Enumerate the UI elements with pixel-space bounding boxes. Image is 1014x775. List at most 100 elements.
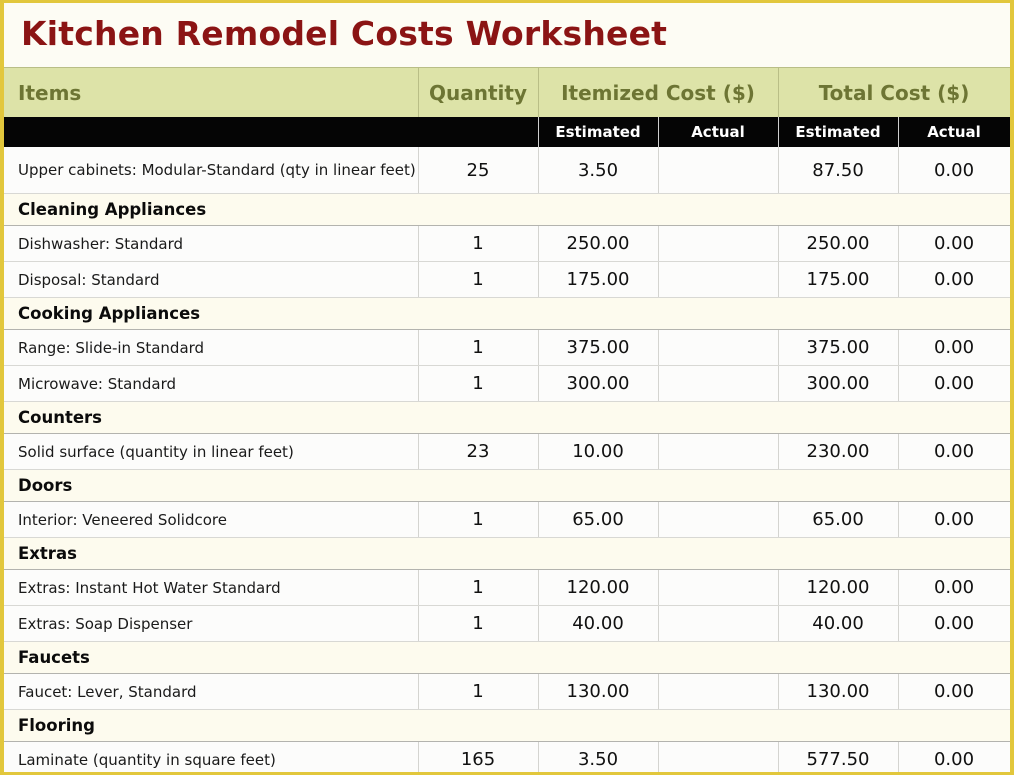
table-body: Upper cabinets: Modular-Standard (qty in… bbox=[4, 147, 1010, 772]
category-label: Cooking Appliances bbox=[4, 297, 1010, 330]
quantity-cell[interactable]: 1 bbox=[418, 225, 539, 262]
total-estimated-cell[interactable]: 65.00 bbox=[778, 501, 899, 538]
table-row: Microwave: Standard 1 300.00 300.00 0.00 bbox=[4, 365, 1010, 402]
item-name-cell[interactable]: Laminate (quantity in square feet) bbox=[4, 741, 419, 772]
itemized-estimated-cell[interactable]: 300.00 bbox=[538, 365, 659, 402]
itemized-actual-cell[interactable] bbox=[658, 329, 779, 366]
itemized-actual-cell[interactable] bbox=[658, 225, 779, 262]
total-actual-cell[interactable]: 0.00 bbox=[898, 741, 1010, 772]
itemized-actual-cell[interactable] bbox=[658, 365, 779, 402]
itemized-estimated-cell[interactable]: 175.00 bbox=[538, 261, 659, 298]
itemized-estimated-cell[interactable]: 3.50 bbox=[538, 741, 659, 772]
quantity-cell[interactable]: 165 bbox=[418, 741, 539, 772]
table-row: Range: Slide-in Standard 1 375.00 375.00 0.0… bbox=[4, 329, 1010, 366]
itemized-actual-cell[interactable] bbox=[658, 261, 779, 298]
table-row: Upper cabinets: Modular-Standard (qty in… bbox=[4, 147, 1010, 194]
table-row: Extras: Instant Hot Water Standard 1 120.0… bbox=[4, 569, 1010, 606]
item-name-cell[interactable]: Upper cabinets: Modular-Standard (qty in… bbox=[4, 147, 419, 194]
total-actual-cell[interactable]: 0.00 bbox=[898, 673, 1010, 710]
item-name-cell[interactable]: Range: Slide-in Standard bbox=[4, 329, 419, 366]
total-actual-cell[interactable]: 0.00 bbox=[898, 329, 1010, 366]
itemized-actual-cell[interactable] bbox=[658, 569, 779, 606]
total-actual-cell[interactable]: 0.00 bbox=[898, 605, 1010, 642]
quantity-cell[interactable]: 23 bbox=[418, 433, 539, 470]
quantity-cell[interactable]: 1 bbox=[418, 365, 539, 402]
category-row: Extras bbox=[4, 537, 1010, 570]
total-estimated-cell[interactable]: 375.00 bbox=[778, 329, 899, 366]
header-total-cost: Total Cost ($) bbox=[778, 67, 1010, 117]
itemized-estimated-cell[interactable]: 120.00 bbox=[538, 569, 659, 606]
total-estimated-cell[interactable]: 577.50 bbox=[778, 741, 899, 772]
itemized-estimated-cell[interactable]: 250.00 bbox=[538, 225, 659, 262]
table-row: Solid surface (quantity in linear feet) 2… bbox=[4, 433, 1010, 470]
itemized-estimated-cell[interactable]: 65.00 bbox=[538, 501, 659, 538]
total-actual-cell[interactable]: 0.00 bbox=[898, 433, 1010, 470]
total-estimated-cell[interactable]: 175.00 bbox=[778, 261, 899, 298]
total-actual-cell[interactable]: 0.00 bbox=[898, 501, 1010, 538]
worksheet: Kitchen Remodel Costs Worksheet Items Qu… bbox=[0, 0, 1014, 775]
category-label: Extras bbox=[4, 537, 1010, 570]
total-actual-cell[interactable]: 0.00 bbox=[898, 365, 1010, 402]
total-estimated-cell[interactable]: 120.00 bbox=[778, 569, 899, 606]
table-row: Dishwasher: Standard 1 250.00 250.00 0.00 bbox=[4, 225, 1010, 262]
total-estimated-cell[interactable]: 130.00 bbox=[778, 673, 899, 710]
category-label: Doors bbox=[4, 469, 1010, 502]
category-row: Cooking Appliances bbox=[4, 297, 1010, 330]
itemized-actual-cell[interactable] bbox=[658, 741, 779, 772]
item-name-cell[interactable]: Disposal: Standard bbox=[4, 261, 419, 298]
header-items: Items bbox=[4, 67, 419, 117]
quantity-cell[interactable]: 1 bbox=[418, 673, 539, 710]
quantity-cell[interactable]: 1 bbox=[418, 605, 539, 642]
itemized-estimated-cell[interactable]: 10.00 bbox=[538, 433, 659, 470]
item-name-cell[interactable]: Microwave: Standard bbox=[4, 365, 419, 402]
table-row: Disposal: Standard 1 175.00 175.00 0.00 bbox=[4, 261, 1010, 298]
total-estimated-cell[interactable]: 250.00 bbox=[778, 225, 899, 262]
itemized-estimated-cell[interactable]: 130.00 bbox=[538, 673, 659, 710]
quantity-cell[interactable]: 1 bbox=[418, 569, 539, 606]
total-actual-cell[interactable]: 0.00 bbox=[898, 225, 1010, 262]
total-estimated-cell[interactable]: 300.00 bbox=[778, 365, 899, 402]
itemized-estimated-cell[interactable]: 375.00 bbox=[538, 329, 659, 366]
itemized-actual-cell[interactable] bbox=[658, 433, 779, 470]
subheader-itemized-estimated: Estimated bbox=[538, 117, 659, 147]
itemized-actual-cell[interactable] bbox=[658, 501, 779, 538]
category-label: Cleaning Appliances bbox=[4, 193, 1010, 226]
total-estimated-cell[interactable]: 87.50 bbox=[778, 147, 899, 194]
total-estimated-cell[interactable]: 230.00 bbox=[778, 433, 899, 470]
total-actual-cell[interactable]: 0.00 bbox=[898, 261, 1010, 298]
item-name-cell[interactable]: Interior: Veneered Solidcore bbox=[4, 501, 419, 538]
category-label: Faucets bbox=[4, 641, 1010, 674]
table-row: Extras: Soap Dispenser 1 40.00 40.00 0.00 bbox=[4, 605, 1010, 642]
itemized-estimated-cell[interactable]: 3.50 bbox=[538, 147, 659, 194]
item-name-cell[interactable]: Extras: Instant Hot Water Standard bbox=[4, 569, 419, 606]
itemized-actual-cell[interactable] bbox=[658, 673, 779, 710]
itemized-actual-cell[interactable] bbox=[658, 147, 779, 194]
item-name-cell[interactable]: Faucet: Lever, Standard bbox=[4, 673, 419, 710]
category-label: Counters bbox=[4, 401, 1010, 434]
page-title: Kitchen Remodel Costs Worksheet bbox=[21, 14, 668, 53]
table-row: Laminate (quantity in square feet) 165 3.5… bbox=[4, 741, 1010, 772]
quantity-cell[interactable]: 1 bbox=[418, 329, 539, 366]
subheader-total-estimated: Estimated bbox=[778, 117, 899, 147]
table-row: Faucet: Lever, Standard 1 130.00 130.00 0.00 bbox=[4, 673, 1010, 710]
header-row: Items Quantity Itemized Cost ($) Total C… bbox=[4, 67, 1010, 117]
header-itemized-cost: Itemized Cost ($) bbox=[538, 67, 779, 117]
itemized-actual-cell[interactable] bbox=[658, 605, 779, 642]
total-estimated-cell[interactable]: 40.00 bbox=[778, 605, 899, 642]
quantity-cell[interactable]: 25 bbox=[418, 147, 539, 194]
quantity-cell[interactable]: 1 bbox=[418, 501, 539, 538]
category-label: Flooring bbox=[4, 709, 1010, 742]
subheader-blank bbox=[4, 117, 418, 147]
subheader-row: Estimated Actual Estimated Actual bbox=[4, 117, 1010, 147]
total-actual-cell[interactable]: 0.00 bbox=[898, 147, 1010, 194]
total-actual-cell[interactable]: 0.00 bbox=[898, 569, 1010, 606]
table-row: Interior: Veneered Solidcore 1 65.00 65.00 0… bbox=[4, 501, 1010, 538]
item-name-cell[interactable]: Dishwasher: Standard bbox=[4, 225, 419, 262]
subheader-itemized-actual: Actual bbox=[658, 117, 779, 147]
quantity-cell[interactable]: 1 bbox=[418, 261, 539, 298]
item-name-cell[interactable]: Solid surface (quantity in linear feet) bbox=[4, 433, 419, 470]
subheader-blank bbox=[418, 117, 539, 147]
itemized-estimated-cell[interactable]: 40.00 bbox=[538, 605, 659, 642]
header-quantity: Quantity bbox=[418, 67, 539, 117]
item-name-cell[interactable]: Extras: Soap Dispenser bbox=[4, 605, 419, 642]
